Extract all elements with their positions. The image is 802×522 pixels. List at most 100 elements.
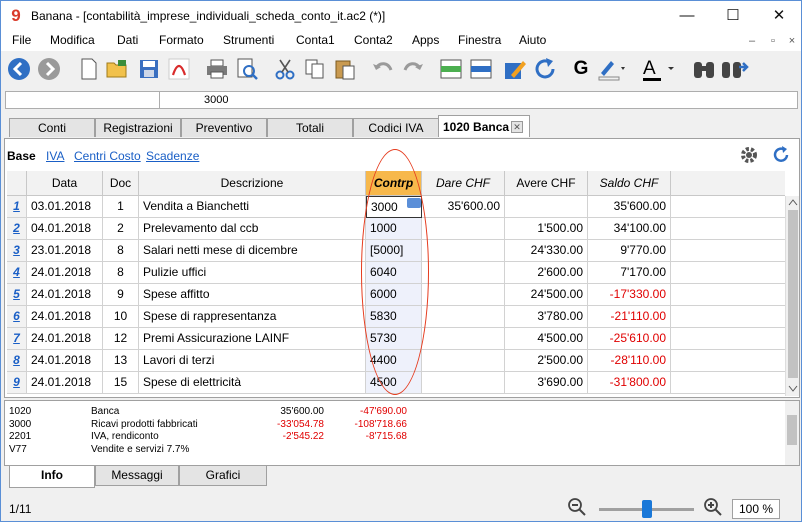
cell-address-field[interactable]: [8, 93, 156, 107]
zoom-out-icon[interactable]: [567, 497, 587, 520]
menu-strumenti[interactable]: Strumenti: [223, 33, 274, 47]
print-preview-icon[interactable]: [233, 55, 261, 83]
mdi-close-button[interactable]: ×: [783, 34, 801, 48]
row-number[interactable]: 6: [7, 306, 27, 328]
undo-icon[interactable]: [369, 55, 397, 83]
add-row-icon[interactable]: [437, 55, 465, 83]
cell-avere[interactable]: [505, 196, 588, 218]
cell-doc[interactable]: 15: [103, 372, 139, 394]
close-button[interactable]: ✕: [756, 1, 801, 31]
cell-avere[interactable]: 1'500.00: [505, 218, 588, 240]
row-number[interactable]: 2: [7, 218, 27, 240]
cell-empty[interactable]: [671, 196, 785, 218]
vertical-scrollbar[interactable]: [785, 196, 799, 396]
cell-dare[interactable]: [422, 306, 505, 328]
new-file-icon[interactable]: [75, 55, 103, 83]
cell-empty[interactable]: [671, 218, 785, 240]
cell-saldo[interactable]: -28'110.00: [588, 350, 671, 372]
cell-avere[interactable]: 3'690.00: [505, 372, 588, 394]
info-scrollbar[interactable]: [785, 401, 799, 465]
cell-doc[interactable]: 8: [103, 240, 139, 262]
menu-dati[interactable]: Dati: [117, 33, 138, 47]
cell-descrizione[interactable]: Spese di rappresentanza: [139, 306, 366, 328]
cell-avere[interactable]: 3'780.00: [505, 306, 588, 328]
row-number[interactable]: 3: [7, 240, 27, 262]
tab-info[interactable]: Info: [9, 466, 95, 488]
cell-empty[interactable]: [671, 372, 785, 394]
view-centri-costo[interactable]: Centri Costo: [74, 149, 141, 163]
menu-modifica[interactable]: Modifica: [50, 33, 95, 47]
redo-icon[interactable]: [399, 55, 427, 83]
paste-icon[interactable]: [331, 55, 359, 83]
cell-saldo[interactable]: -25'610.00: [588, 328, 671, 350]
cell-doc[interactable]: 9: [103, 284, 139, 306]
cell-doc[interactable]: 2: [103, 218, 139, 240]
close-tab-icon[interactable]: ✕: [511, 121, 523, 133]
column-header-saldo[interactable]: Saldo CHF: [588, 171, 671, 196]
cell-avere[interactable]: 2'500.00: [505, 350, 588, 372]
menu-aiuto[interactable]: Aiuto: [519, 33, 546, 47]
cell-avere[interactable]: 2'600.00: [505, 262, 588, 284]
cell-saldo[interactable]: 7'170.00: [588, 262, 671, 284]
delete-row-icon[interactable]: [467, 55, 495, 83]
cell-descrizione[interactable]: Salari netti mese di dicembre: [139, 240, 366, 262]
tab-registrazioni[interactable]: Registrazioni: [95, 118, 181, 137]
cell-saldo[interactable]: 35'600.00: [588, 196, 671, 218]
cell-saldo[interactable]: 34'100.00: [588, 218, 671, 240]
row-number[interactable]: 7: [7, 328, 27, 350]
settings-gear-icon[interactable]: [739, 145, 759, 168]
tab-preventivo[interactable]: Preventivo: [181, 118, 267, 137]
cell-saldo[interactable]: -31'800.00: [588, 372, 671, 394]
cell-avere[interactable]: 4'500.00: [505, 328, 588, 350]
view-scadenze[interactable]: Scadenze: [146, 149, 199, 163]
open-folder-icon[interactable]: [103, 55, 131, 83]
sync-icon[interactable]: [771, 145, 791, 168]
tab-grafici[interactable]: Grafici: [179, 466, 267, 486]
cell-descrizione[interactable]: Spese di elettricità: [139, 372, 366, 394]
cell-dare[interactable]: [422, 328, 505, 350]
cell-saldo[interactable]: 9'770.00: [588, 240, 671, 262]
cell-saldo[interactable]: -21'110.00: [588, 306, 671, 328]
cell-empty[interactable]: [671, 306, 785, 328]
forward-icon[interactable]: [35, 55, 63, 83]
zoom-value-field[interactable]: 100 %: [732, 499, 780, 519]
find-next-icon[interactable]: [721, 55, 749, 83]
pdf-icon[interactable]: [165, 55, 193, 83]
binoculars-icon[interactable]: [691, 55, 719, 83]
column-header-data[interactable]: Data: [27, 171, 103, 196]
column-header-doc[interactable]: Doc: [103, 171, 139, 196]
view-base[interactable]: Base: [7, 149, 36, 163]
cell-data[interactable]: 03.01.2018: [27, 196, 103, 218]
tab-conti[interactable]: Conti: [9, 118, 95, 137]
cell-avere[interactable]: 24'330.00: [505, 240, 588, 262]
menu-apps[interactable]: Apps: [412, 33, 439, 47]
cell-dare[interactable]: 35'600.00: [422, 196, 505, 218]
cell-data[interactable]: 24.01.2018: [27, 284, 103, 306]
cell-data[interactable]: 24.01.2018: [27, 306, 103, 328]
menu-conta2[interactable]: Conta2: [354, 33, 393, 47]
cell-doc[interactable]: 10: [103, 306, 139, 328]
zoom-in-icon[interactable]: [703, 497, 723, 520]
menu-file[interactable]: File: [12, 33, 31, 47]
tab-codici-iva[interactable]: Codici IVA: [353, 118, 439, 137]
cell-doc[interactable]: 12: [103, 328, 139, 350]
cell-empty[interactable]: [671, 350, 785, 372]
back-icon[interactable]: [5, 55, 33, 83]
cell-value-field[interactable]: 3000: [204, 94, 228, 106]
highlight-icon[interactable]: [597, 55, 625, 83]
tab-1020-banca[interactable]: 1020 Banca ✕: [438, 115, 530, 137]
cell-descrizione[interactable]: Lavori di terzi: [139, 350, 366, 372]
minimize-button[interactable]: —: [664, 1, 710, 31]
cell-empty[interactable]: [671, 328, 785, 350]
cell-data[interactable]: 23.01.2018: [27, 240, 103, 262]
scroll-thumb[interactable]: [788, 210, 798, 378]
cell-dare[interactable]: [422, 262, 505, 284]
cell-saldo[interactable]: -17'330.00: [588, 284, 671, 306]
cell-descrizione[interactable]: Prelevamento dal ccb: [139, 218, 366, 240]
menu-formato[interactable]: Formato: [159, 33, 204, 47]
save-icon[interactable]: [135, 55, 163, 83]
cell-descrizione[interactable]: Premi Assicurazione LAINF: [139, 328, 366, 350]
cell-dare[interactable]: [422, 284, 505, 306]
cut-icon[interactable]: [271, 55, 299, 83]
cell-empty[interactable]: [671, 240, 785, 262]
